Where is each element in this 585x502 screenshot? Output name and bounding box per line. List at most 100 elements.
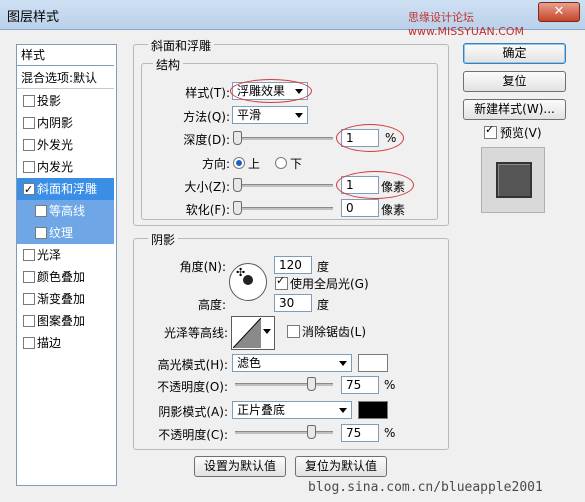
anti-alias-label: 消除锯齿(L) [302,325,367,339]
style-item-stroke[interactable]: 描边 [17,332,114,354]
style-item-pattern-overlay[interactable]: 图案叠加 [17,310,114,332]
direction-up-label: 上 [248,157,261,171]
size-slider-track[interactable] [235,184,333,187]
make-default-button[interactable]: 设置为默认值 [194,456,286,477]
footer-watermark: blog.sina.com.cn/blueapple2001 [308,480,543,495]
style-item-bevel-emboss[interactable]: 斜面和浮雕 [17,178,114,201]
highlight-mode-select[interactable]: 滤色 [232,354,352,372]
angle-input-value: 120 [279,258,302,272]
checkbox-icon[interactable] [23,179,35,201]
anti-alias-checkbox[interactable] [287,325,300,338]
bevel-emboss-title: 斜面和浮雕 [148,37,215,54]
soften-slider-thumb[interactable] [233,201,242,215]
checkbox-icon[interactable] [23,315,35,327]
highlight-opacity-input[interactable]: 75 [341,376,379,394]
blend-options-item[interactable]: 混合选项:默认 [17,67,114,89]
altitude-label: 高度: [197,298,226,312]
shadow-opacity-input[interactable]: 75 [341,424,379,442]
checkbox-icon[interactable] [23,271,35,283]
altitude-input[interactable]: 30 [274,294,312,312]
checkbox-icon[interactable] [23,117,35,129]
angle-input[interactable]: 120 [274,256,312,274]
technique-label: 方法(Q): [183,110,230,124]
highlight-mode-label: 高光模式(H): [157,358,228,372]
annotation-circle [230,79,312,103]
shadow-mode-select[interactable]: 正片叠底 [232,401,352,419]
style-item-label: 描边 [37,336,62,350]
global-light-checkbox[interactable] [275,274,288,290]
chevron-down-icon [339,361,347,366]
depth-slider-thumb[interactable] [233,131,242,145]
size-slider-thumb[interactable] [233,178,242,192]
checkbox-icon[interactable] [23,139,35,151]
checkbox-icon[interactable] [35,227,47,239]
checkbox-icon[interactable] [23,249,35,261]
shading-title: 阴影 [148,231,179,248]
checkbox-icon[interactable] [23,337,35,349]
highlight-opacity-track[interactable] [235,383,333,386]
style-item-inner-shadow[interactable]: 内阴影 [17,112,114,134]
direction-down-label: 下 [290,157,303,171]
new-style-button[interactable]: 新建样式(W)... [463,99,566,120]
highlight-opacity-thumb[interactable] [306,377,316,391]
annotation-circle [336,124,404,152]
angle-dial[interactable]: ✣ [229,263,267,301]
soften-slider-track[interactable] [235,207,333,210]
highlight-opacity-unit: % [384,378,396,392]
checkbox-icon[interactable] [23,95,35,107]
style-item-drop-shadow[interactable]: 投影 [17,90,114,112]
style-item-texture[interactable]: 纹理 [17,222,114,244]
ok-button[interactable]: 确定 [463,43,566,64]
close-button[interactable]: ✕ [538,2,580,22]
shadow-color-swatch[interactable] [358,401,388,419]
style-list: 样式 混合选项:默认 投影 内阴影 外发光 内发光 斜面和浮雕 等高线 纹理 光… [16,44,117,486]
highlight-opacity-label: 不透明度(O): [157,380,228,394]
style-item-contour[interactable]: 等高线 [17,200,114,222]
reset-default-button[interactable]: 复位为默认值 [295,456,387,477]
highlight-color-swatch[interactable] [358,354,388,372]
gloss-contour-picker[interactable] [231,316,275,350]
preview-swatch [496,162,532,198]
shadow-mode-value: 正片叠底 [237,403,286,417]
structure-title: 结构 [153,56,184,73]
style-item-label: 投影 [37,94,62,108]
window-title: 图层样式 [7,10,60,25]
shadow-opacity-track[interactable] [235,431,333,434]
soften-input[interactable]: 0 [341,199,379,217]
contour-curve-icon [233,318,261,348]
checkbox-icon[interactable] [23,161,35,173]
style-item-label: 内发光 [37,160,74,174]
technique-select[interactable]: 平滑 [232,106,308,124]
checkbox-icon[interactable] [35,205,47,217]
reset-button[interactable]: 复位 [463,71,566,92]
global-light-label: 使用全局光(G) [290,277,369,291]
shadow-opacity-thumb[interactable] [306,425,316,439]
direction-up-radio[interactable] [233,157,245,169]
style-item-label: 外发光 [37,138,74,152]
shadow-mode-label: 阴影模式(A): [158,405,228,419]
angle-label: 角度(N): [179,260,226,274]
checkbox-icon[interactable] [23,293,35,305]
angle-unit: 度 [317,260,330,274]
depth-label: 深度(D): [183,133,230,147]
style-item-label: 光泽 [37,248,62,262]
preview-checkbox[interactable] [484,123,497,139]
style-item-color-overlay[interactable]: 颜色叠加 [17,266,114,288]
highlight-opacity-value: 75 [346,378,362,392]
direction-label: 方向: [201,157,230,171]
depth-slider-track[interactable] [235,137,333,140]
crosshair-icon: ✣ [236,266,246,279]
direction-down-radio[interactable] [275,157,287,169]
technique-select-value: 平滑 [237,108,262,122]
shadow-opacity-label: 不透明度(C): [158,428,228,442]
style-item-satin[interactable]: 光泽 [17,244,114,266]
style-item-inner-glow[interactable]: 内发光 [17,156,114,178]
style-item-gradient-overlay[interactable]: 渐变叠加 [17,288,114,310]
style-item-label: 渐变叠加 [37,292,86,306]
shadow-opacity-value: 75 [346,426,362,440]
style-item-outer-glow[interactable]: 外发光 [17,134,114,156]
style-item-label: 内阴影 [37,116,74,130]
style-label: 样式(T): [185,86,230,100]
chevron-down-icon [339,408,347,413]
style-list-header[interactable]: 样式 [17,45,114,66]
